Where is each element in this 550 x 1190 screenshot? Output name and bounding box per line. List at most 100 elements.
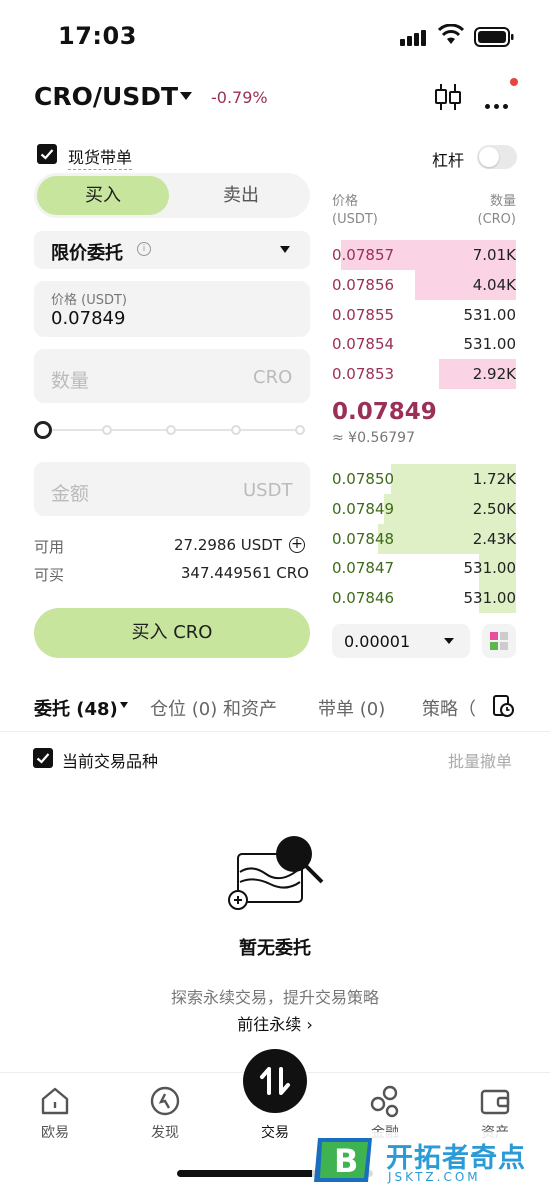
- ask-qty: 531.00: [463, 335, 517, 354]
- bid-row[interactable]: 0.07846 531.00: [332, 583, 517, 614]
- spot-copy-label: 现货带单: [68, 144, 133, 170]
- divider: [0, 731, 550, 732]
- slider-step-25[interactable]: [102, 425, 112, 435]
- candlestick-chart-icon[interactable]: [432, 82, 464, 112]
- wifi-icon: [438, 24, 464, 44]
- bid-row[interactable]: 0.07847 531.00: [332, 553, 517, 584]
- ask-price: 0.07857: [332, 246, 395, 264]
- current-symbol-label: 当前交易品种: [62, 752, 159, 771]
- ask-qty: 2.92K: [472, 365, 516, 384]
- status-time: 17:03: [58, 22, 137, 50]
- orderbook-qty-header: 数量: [489, 194, 516, 209]
- ask-row[interactable]: 0.07853 2.92K: [332, 359, 516, 390]
- tab-copy-orders[interactable]: 带单 (0): [318, 695, 385, 721]
- bid-qty: 531.00: [463, 589, 517, 608]
- ask-qty: 7.01K: [472, 246, 516, 264]
- price-field-value[interactable]: 0.07849: [51, 308, 125, 329]
- ask-price: 0.07856: [332, 275, 395, 294]
- ask-qty: 4.04K: [472, 275, 516, 294]
- order-history-icon[interactable]: [491, 694, 515, 718]
- cellular-signal-icon: [400, 28, 430, 46]
- ask-price: 0.07855: [332, 305, 395, 324]
- notification-dot: [510, 78, 518, 86]
- ask-row[interactable]: 0.07856 4.04K: [332, 269, 516, 300]
- trade-center-button[interactable]: [243, 1049, 307, 1113]
- amount-placeholder: 金额: [51, 483, 90, 505]
- precision-value: 0.00001: [344, 632, 411, 651]
- last-price-cny: ≈ ¥0.56797: [332, 430, 415, 446]
- bid-row[interactable]: 0.07848 2.43K: [332, 523, 516, 554]
- bid-price: 0.07848: [332, 529, 395, 548]
- more-menu-icon[interactable]: [485, 94, 512, 113]
- available-label: 可用: [34, 538, 65, 556]
- quantity-unit: CRO: [253, 367, 293, 388]
- last-price: 0.07849: [332, 399, 437, 425]
- leverage-label: 杠杆: [432, 151, 465, 170]
- nav-label-discover[interactable]: 发现: [110, 1122, 220, 1142]
- tab-sell[interactable]: 卖出: [175, 176, 307, 215]
- orders-filter-caret-icon[interactable]: [120, 702, 128, 708]
- empty-orders-illustration-icon: [228, 836, 324, 910]
- battery-icon: [474, 27, 514, 47]
- price-change: -0.79%: [211, 88, 268, 107]
- finance-icon[interactable]: [368, 1084, 402, 1118]
- watermark-url: JSKTZ.COM: [388, 1170, 481, 1184]
- chevron-down-icon: [280, 246, 290, 253]
- bid-price: 0.07846: [332, 589, 395, 608]
- ask-row[interactable]: 0.07857 7.01K: [332, 240, 516, 270]
- ask-price: 0.07853: [332, 365, 395, 384]
- bid-price: 0.07850: [332, 470, 395, 488]
- orderbook-price-unit: (USDT): [332, 212, 378, 227]
- orderbook-qty-unit: (CRO): [477, 212, 517, 227]
- quantity-placeholder: 数量: [51, 370, 90, 392]
- bid-qty: 1.72K: [472, 470, 516, 488]
- tab-orders[interactable]: 委托 (48): [34, 695, 118, 721]
- bid-price: 0.07847: [332, 559, 395, 578]
- leverage-toggle[interactable]: [477, 145, 517, 169]
- discover-icon[interactable]: [148, 1084, 182, 1118]
- slider-step-100[interactable]: [295, 425, 305, 435]
- amount-unit: USDT: [243, 480, 293, 501]
- ask-row[interactable]: 0.07854 531.00: [332, 329, 516, 359]
- buy-cro-button[interactable]: 买入 CRO: [34, 608, 310, 658]
- current-symbol-checkbox[interactable]: [33, 748, 53, 768]
- chevron-down-icon: [444, 638, 454, 644]
- tab-buy[interactable]: 买入: [37, 176, 169, 215]
- pair-title[interactable]: CRO/USDT: [34, 82, 178, 111]
- empty-state-subtitle: 探索永续交易，提升交易策略: [170, 988, 379, 1007]
- available-value: 27.2986 USDT: [173, 536, 282, 554]
- bid-price: 0.07849: [332, 499, 395, 518]
- pair-dropdown-caret-icon[interactable]: [180, 92, 192, 100]
- orderbook-price-header: 价格: [332, 194, 359, 209]
- slider-step-50[interactable]: [166, 425, 176, 435]
- watermark-logo: B: [314, 1138, 372, 1182]
- ask-qty: 531.00: [463, 305, 517, 324]
- order-type-label: 限价委托: [51, 243, 123, 264]
- price-field-caption: 价格 (USDT): [51, 293, 127, 308]
- bid-row[interactable]: 0.07849 2.50K: [332, 493, 516, 524]
- go-to-perpetual-link[interactable]: 前往永续 ›: [0, 1011, 550, 1035]
- tab-strategies[interactable]: 策略（: [422, 695, 478, 721]
- bid-row[interactable]: 0.07850 1.72K: [332, 464, 516, 494]
- nav-label-home[interactable]: 欧易: [0, 1122, 110, 1142]
- info-icon[interactable]: i: [137, 242, 151, 256]
- home-icon[interactable]: [38, 1084, 72, 1118]
- tab-positions[interactable]: 仓位 (0) 和资产: [150, 695, 277, 721]
- buyable-label: 可买: [34, 566, 65, 584]
- ask-price: 0.07854: [332, 335, 395, 354]
- orderbook-layout-icon[interactable]: [482, 624, 516, 658]
- empty-state-title: 暂无委托: [239, 938, 311, 959]
- slider-step-75[interactable]: [231, 425, 241, 435]
- ask-row[interactable]: 0.07855 531.00: [332, 300, 516, 330]
- trade-icon: [260, 1067, 290, 1095]
- wallet-icon[interactable]: [478, 1084, 512, 1118]
- bid-qty: 2.43K: [472, 529, 516, 548]
- buyable-value: 347.449561 CRO: [180, 564, 309, 582]
- svg-text:B: B: [334, 1142, 358, 1180]
- bid-qty: 2.50K: [472, 499, 516, 518]
- bid-qty: 531.00: [463, 559, 517, 578]
- add-funds-icon[interactable]: +: [289, 537, 305, 553]
- slider-handle[interactable]: [34, 421, 52, 439]
- cancel-all-button[interactable]: 批量撤单: [448, 748, 512, 772]
- spot-copy-checkbox[interactable]: [37, 144, 57, 164]
